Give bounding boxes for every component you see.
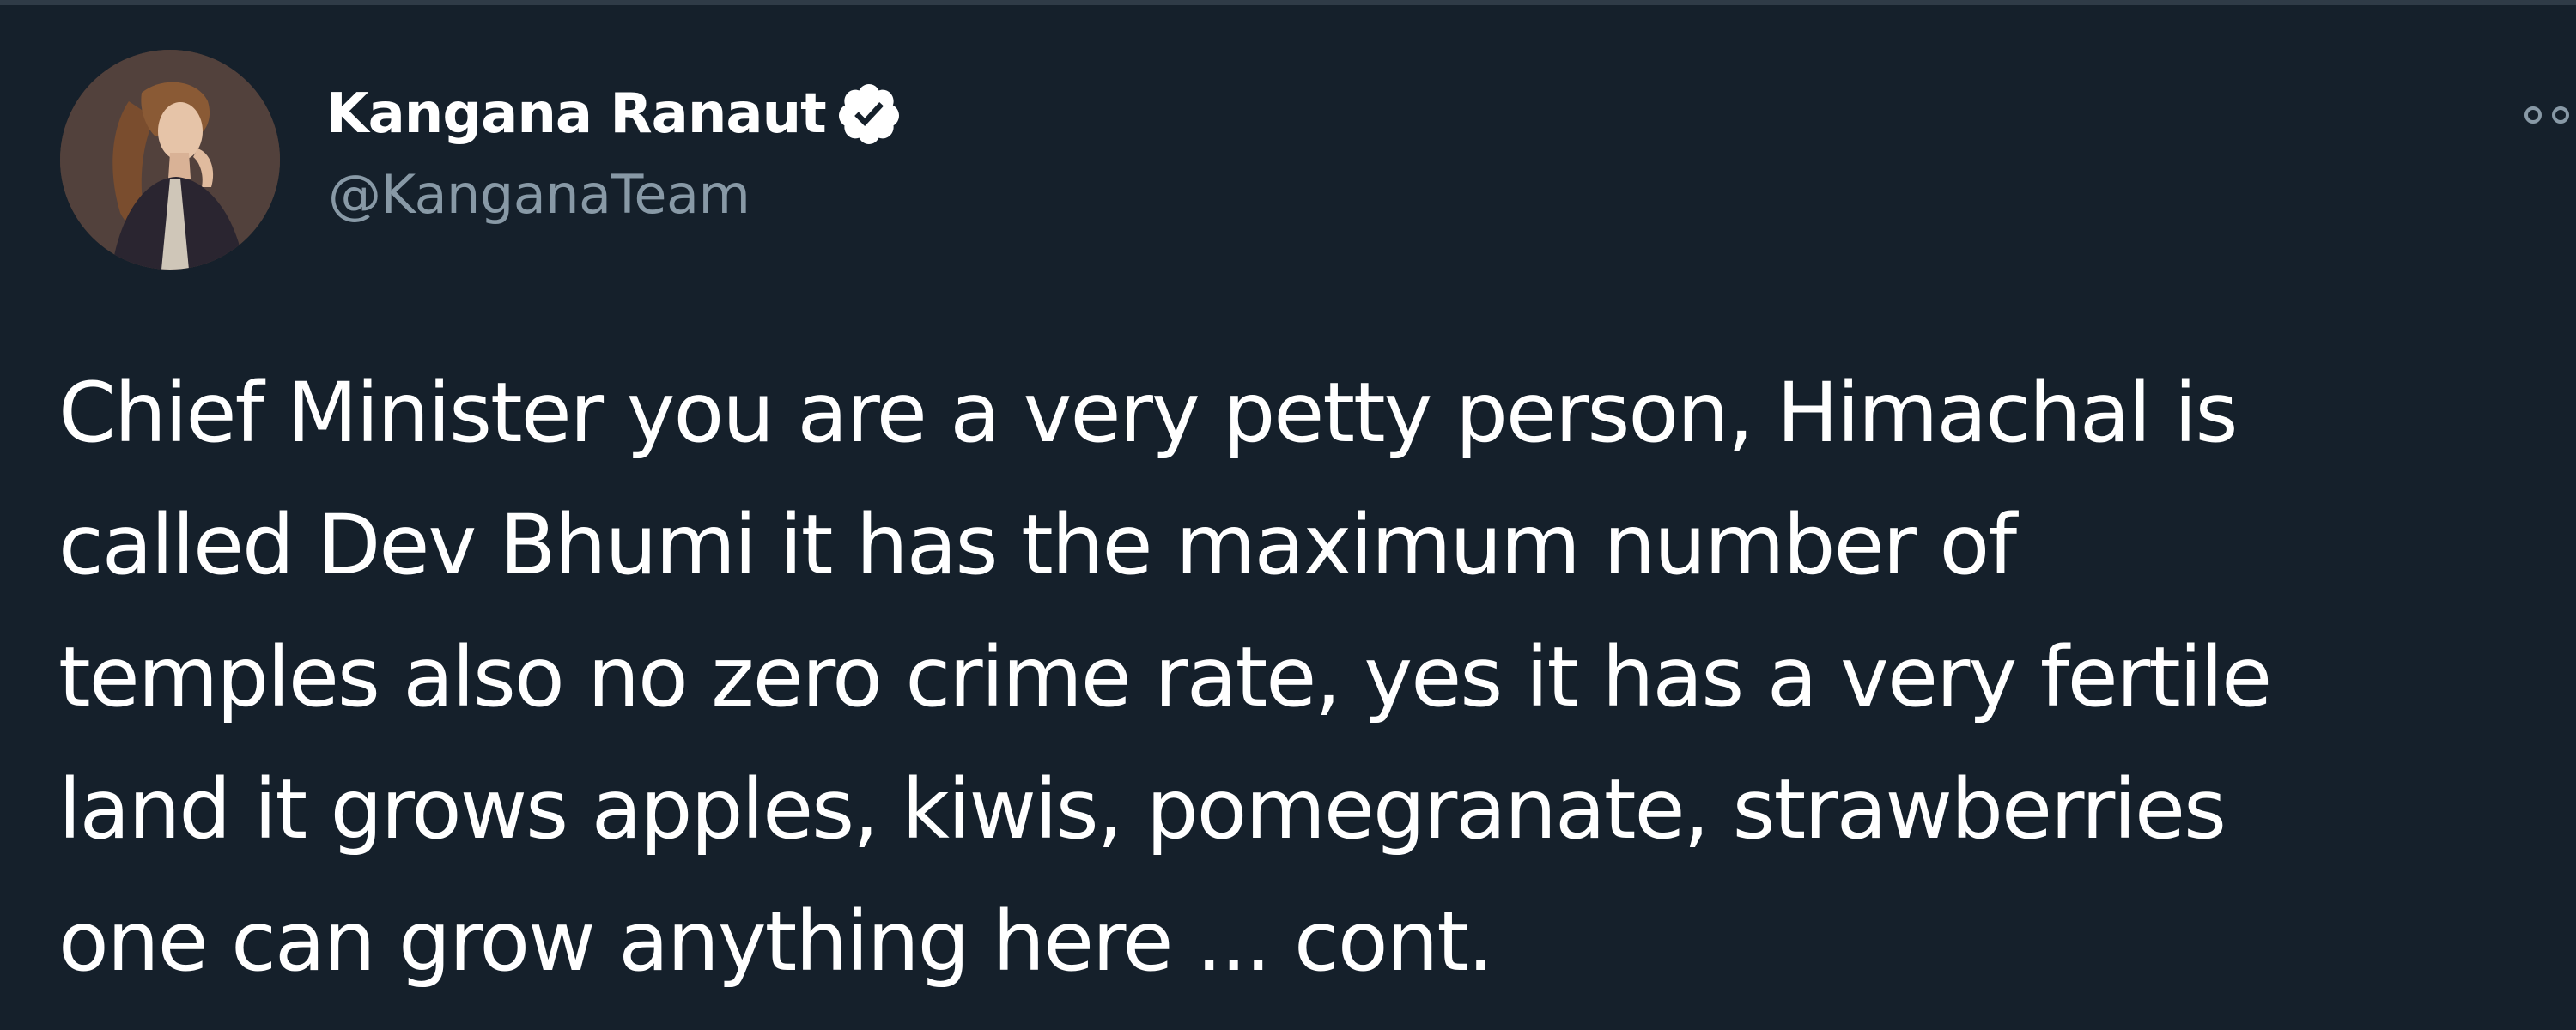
author-display-name[interactable]: Kangana Ranaut bbox=[326, 87, 827, 142]
avatar-image bbox=[60, 50, 280, 270]
tweet-card: Kangana Ranaut @KanganaTeam Chief Minist… bbox=[0, 0, 2576, 1030]
tweet-text-line: Chief Minister you are a very petty pers… bbox=[58, 365, 2239, 461]
more-options-icon[interactable] bbox=[2523, 98, 2576, 132]
author-handle[interactable]: @KanganaTeam bbox=[328, 168, 750, 221]
tweet-text-line: one can grow anything here ... cont. bbox=[58, 894, 1494, 990]
tweet-text-line: called Dev Bhumi it has the maximum numb… bbox=[58, 497, 2017, 593]
tweet-text-line: temples also no zero crime rate, yes it … bbox=[58, 629, 2272, 725]
verified-badge-icon bbox=[835, 80, 903, 148]
tweet-text: Chief Minister you are a very petty pers… bbox=[58, 347, 2566, 1008]
avatar[interactable] bbox=[60, 50, 280, 270]
author-name-row[interactable]: Kangana Ranaut bbox=[326, 76, 903, 153]
tweet-text-line: land it grows apples, kiwis, pomegranate… bbox=[58, 761, 2227, 857]
